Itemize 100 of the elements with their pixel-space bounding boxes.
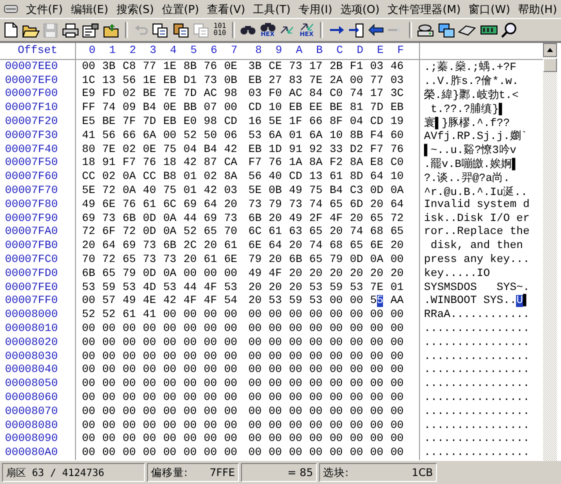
hex-byte: 4E bbox=[142, 295, 158, 308]
menu-item[interactable]: 窗口(W) bbox=[468, 2, 510, 16]
hex-byte: 00 bbox=[350, 74, 364, 87]
vertical-scrollbar[interactable] bbox=[543, 43, 557, 461]
binoculars-icon bbox=[260, 22, 276, 32]
scroll-up-icon[interactable] bbox=[543, 43, 557, 57]
hex-byte: 1E bbox=[163, 60, 178, 73]
ram-module-icon[interactable] bbox=[480, 24, 498, 36]
hex-byte: 41 bbox=[142, 309, 158, 322]
hex-byte: 00 bbox=[390, 364, 405, 376]
left-arrow-icon[interactable] bbox=[368, 24, 384, 36]
hex-byte: 00 bbox=[163, 433, 178, 446]
find-button[interactable] bbox=[240, 25, 256, 35]
windows-icon[interactable] bbox=[438, 22, 455, 38]
hex-byte: 75 bbox=[163, 185, 178, 198]
hex-byte: 42 bbox=[183, 157, 198, 170]
search-icon[interactable] bbox=[501, 22, 518, 38]
app-icon[interactable] bbox=[4, 5, 18, 13]
hex-byte: 00 bbox=[370, 420, 384, 432]
menu-item[interactable]: 编辑(E) bbox=[70, 2, 108, 16]
row-offset: 00007FA0 bbox=[0, 226, 76, 240]
hex-byte: 00 bbox=[224, 323, 238, 336]
menu-item[interactable]: 文件(F) bbox=[26, 2, 63, 16]
printer-icon[interactable] bbox=[62, 22, 78, 38]
hex-byte-cursor[interactable]: 55 bbox=[370, 295, 390, 308]
hex-byte: 6B bbox=[82, 268, 96, 280]
hex-byte: 00 bbox=[224, 350, 238, 363]
hex-byte: 00 bbox=[82, 433, 96, 446]
hex-byte: 00 bbox=[102, 392, 116, 404]
menu-item[interactable]: 选项(O) bbox=[340, 2, 380, 16]
hex-byte: 00 bbox=[163, 130, 178, 142]
hex-byte: FF bbox=[82, 102, 96, 114]
hex-byte: 6B bbox=[288, 254, 304, 266]
hex-byte: 20 bbox=[288, 240, 304, 252]
hex-byte: 00 bbox=[248, 420, 263, 432]
hex-byte: 00 bbox=[350, 309, 364, 322]
hex-byte: 20 bbox=[390, 240, 405, 252]
right-arrow-icon[interactable] bbox=[328, 24, 345, 36]
hex-byte: 80 bbox=[82, 144, 96, 156]
hex-byte: 20 bbox=[82, 240, 96, 252]
menu-item[interactable]: 专用(I) bbox=[298, 2, 332, 16]
hex-byte: 59 bbox=[288, 295, 304, 308]
scroll-thumb[interactable] bbox=[543, 58, 557, 72]
copy-icon[interactable] bbox=[152, 22, 169, 38]
hex-byte: 00 bbox=[309, 323, 324, 336]
hex-byte: EB bbox=[288, 102, 304, 114]
open-folder-icon[interactable] bbox=[22, 22, 40, 38]
hex-byte: 00 bbox=[204, 323, 218, 336]
row-offset: 00007FD0 bbox=[0, 266, 76, 281]
hex-byte: 27 bbox=[268, 74, 283, 87]
memory-chip-icon[interactable] bbox=[458, 24, 476, 36]
hex-byte: 42 bbox=[224, 144, 238, 156]
menu-item[interactable]: 工具(T) bbox=[253, 2, 291, 16]
hex-byte: F7 bbox=[122, 157, 137, 170]
new-file-icon[interactable] bbox=[4, 22, 18, 38]
hex-byte: 7E bbox=[102, 144, 116, 156]
properties-icon[interactable] bbox=[82, 22, 99, 38]
hex-byte: 69 bbox=[82, 212, 96, 225]
hex-byte: 00 bbox=[82, 392, 96, 404]
hex-byte: 00 bbox=[102, 364, 116, 376]
paste-icon[interactable] bbox=[172, 22, 190, 38]
hex-byte: 2C bbox=[183, 240, 198, 252]
hex-byte: 0A bbox=[370, 254, 384, 266]
hex-byte: 8B bbox=[183, 60, 198, 73]
block-label: 选块: bbox=[323, 466, 349, 480]
menu-item[interactable]: 文件管理器(M) bbox=[388, 2, 461, 16]
menu-item[interactable]: 查看(V) bbox=[207, 2, 246, 16]
column-header: A bbox=[294, 45, 304, 57]
hex-byte: 00 bbox=[309, 447, 324, 460]
hex-byte: 5E bbox=[268, 116, 283, 128]
hex-byte: 00 bbox=[288, 378, 304, 390]
column-header: 9 bbox=[274, 45, 284, 57]
ascii-text: ................ bbox=[423, 364, 530, 376]
hex-byte: 00 bbox=[224, 447, 238, 460]
hex-byte: 00 bbox=[142, 447, 158, 460]
menu-item[interactable]: 位置(P) bbox=[162, 2, 200, 16]
hex-byte: 20 bbox=[248, 282, 263, 294]
ascii-text: isk..Disk I/O er bbox=[423, 212, 530, 225]
hex-byte: 20 bbox=[390, 268, 405, 280]
hex-byte: 79 bbox=[268, 198, 283, 211]
hex-byte: F7 bbox=[370, 144, 384, 156]
hex-byte: 00 bbox=[248, 350, 263, 363]
menu-item[interactable]: 帮助(H) bbox=[518, 2, 557, 16]
folder-arrow-icon[interactable] bbox=[102, 22, 120, 38]
hex-byte: 79 bbox=[122, 268, 137, 280]
hex-byte: 00 bbox=[390, 323, 405, 336]
hex-byte: 2B bbox=[330, 60, 344, 73]
hex-byte: 00 bbox=[288, 420, 304, 432]
disk-drive-icon[interactable] bbox=[417, 22, 434, 38]
replace-button[interactable] bbox=[279, 25, 296, 35]
hex-byte: 00 bbox=[142, 433, 158, 446]
hex-byte: 4F bbox=[183, 295, 198, 308]
goto-offset-icon[interactable] bbox=[348, 22, 364, 38]
hex-byte: 00 bbox=[309, 336, 324, 349]
ascii-text: RRaA............ bbox=[423, 309, 530, 322]
column-header: 2 bbox=[128, 45, 138, 57]
hex-byte: 00 bbox=[288, 350, 304, 363]
menu-item[interactable]: 搜索(S) bbox=[116, 2, 154, 16]
ascii-text: ^r.@u.B.^.Iu涎.. bbox=[423, 185, 528, 199]
hex-byte: 76 bbox=[268, 157, 283, 170]
